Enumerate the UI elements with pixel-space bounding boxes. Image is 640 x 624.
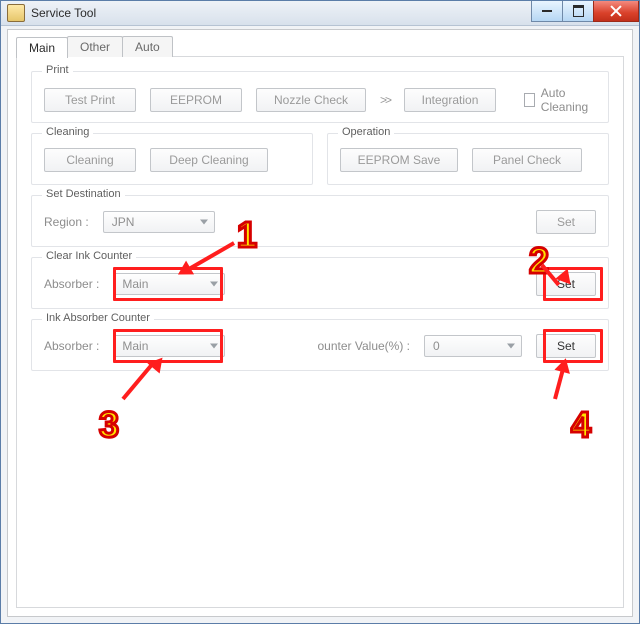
counter-value: 0: [433, 339, 440, 353]
region-label: Region :: [44, 215, 89, 229]
clear-set-button[interactable]: Set: [536, 272, 596, 296]
panel-check-button[interactable]: Panel Check: [472, 148, 582, 172]
nozzle-check-button[interactable]: Nozzle Check: [256, 88, 366, 112]
integration-button[interactable]: Integration: [404, 88, 496, 112]
tab-main[interactable]: Main: [16, 37, 68, 58]
deep-cleaning-button[interactable]: Deep Cleaning: [150, 148, 268, 172]
region-set-button[interactable]: Set: [536, 210, 596, 234]
maximize-icon: [573, 5, 584, 17]
group-ink-absorber-counter: Ink Absorber Counter Absorber : Main oun…: [31, 319, 609, 371]
minimize-button[interactable]: [531, 1, 563, 22]
inkabs-set-button[interactable]: Set: [536, 334, 596, 358]
inkabs-absorber-label: Absorber :: [44, 339, 99, 353]
counter-value-label: ounter Value(%) :: [318, 339, 411, 353]
group-cleaning: Cleaning Cleaning Deep Cleaning: [31, 133, 313, 185]
region-value: JPN: [112, 215, 135, 229]
tab-auto[interactable]: Auto: [122, 36, 173, 57]
inkabs-absorber-select[interactable]: Main: [113, 335, 225, 357]
inkabs-absorber-value: Main: [122, 339, 148, 353]
tab-strip: Main Other Auto: [16, 36, 172, 57]
cleaning-button[interactable]: Cleaning: [44, 148, 136, 172]
group-print-legend: Print: [42, 64, 73, 76]
app-icon: [7, 4, 25, 22]
clear-absorber-value: Main: [122, 277, 148, 291]
eeprom-save-button[interactable]: EEPROM Save: [340, 148, 458, 172]
auto-cleaning-checkbox[interactable]: Auto Cleaning: [524, 86, 596, 114]
clear-absorber-select[interactable]: Main: [113, 273, 225, 295]
checkbox-box-icon: [524, 93, 535, 107]
group-ink-absorber-legend: Ink Absorber Counter: [42, 312, 154, 324]
group-clear-ink-legend: Clear Ink Counter: [42, 250, 136, 262]
counter-value-select[interactable]: 0: [424, 335, 522, 357]
eeprom-button[interactable]: EEPROM: [150, 88, 242, 112]
chevron-right-icon: >>: [380, 93, 390, 107]
group-set-destination: Set Destination Region : JPN Set: [31, 195, 609, 247]
client-area: Main Other Auto Print Test Print EEPROM …: [7, 29, 633, 617]
group-operation-legend: Operation: [338, 126, 394, 138]
window-title: Service Tool: [31, 6, 96, 20]
tab-page-main: Print Test Print EEPROM Nozzle Check >> …: [16, 56, 624, 608]
window-buttons: [532, 1, 639, 23]
close-button[interactable]: [593, 1, 639, 22]
close-icon: [610, 5, 622, 17]
group-set-destination-legend: Set Destination: [42, 188, 125, 200]
group-clear-ink-counter: Clear Ink Counter Absorber : Main Set: [31, 257, 609, 309]
maximize-button[interactable]: [562, 1, 594, 22]
titlebar[interactable]: Service Tool: [1, 1, 639, 26]
clear-absorber-label: Absorber :: [44, 277, 99, 291]
test-print-button[interactable]: Test Print: [44, 88, 136, 112]
tab-other[interactable]: Other: [67, 36, 123, 57]
group-operation: Operation EEPROM Save Panel Check: [327, 133, 609, 185]
group-print: Print Test Print EEPROM Nozzle Check >> …: [31, 71, 609, 123]
window-frame: Service Tool Main Other Auto Print Test …: [0, 0, 640, 624]
annotation-3: 3: [99, 407, 119, 443]
group-cleaning-legend: Cleaning: [42, 126, 93, 138]
auto-cleaning-label: Auto Cleaning: [541, 86, 596, 114]
region-select[interactable]: JPN: [103, 211, 215, 233]
annotation-4: 4: [571, 407, 591, 443]
minimize-icon: [542, 10, 552, 12]
